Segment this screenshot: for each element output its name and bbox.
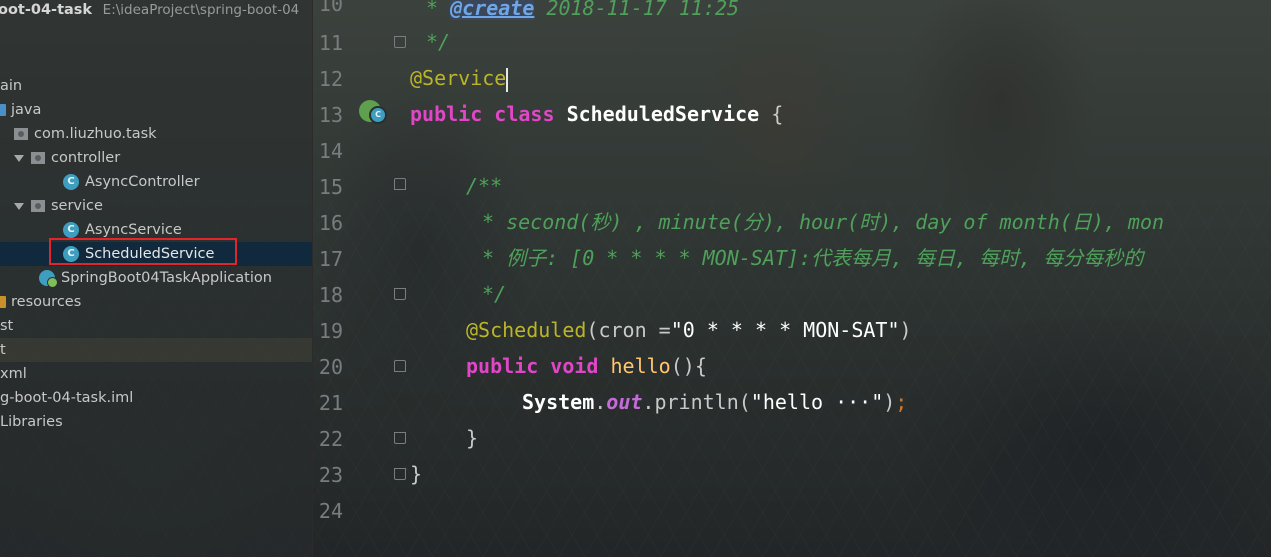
tree-item-label: st — [0, 318, 14, 334]
fold-marker-icon[interactable] — [394, 432, 406, 444]
tree-item-label: com.liuzhuo.task — [34, 126, 157, 142]
tree-item-java[interactable]: java — [0, 98, 312, 122]
line-number: 18 — [318, 283, 343, 307]
text-caret — [506, 67, 509, 92]
line-number: 23 — [318, 463, 343, 487]
project-path: E:\ideaProject\spring-boot-04 — [102, 2, 300, 18]
resources-folder-icon — [0, 296, 6, 308]
tree-item-label: g-boot-04-task.iml — [0, 390, 134, 406]
line-number: 19 — [318, 319, 343, 343]
line-number: 16 — [318, 211, 343, 235]
javadoc-tag: @create — [450, 0, 535, 20]
spring-bean-gutter-icon[interactable]: C — [359, 100, 387, 124]
tree-item-label: t — [0, 342, 6, 358]
tree-item-label: service — [51, 198, 103, 214]
project-header: oot-04-task E:\ideaProject\spring-boot-0… — [0, 2, 299, 24]
tree-item-resources[interactable]: resources — [0, 290, 312, 314]
line-number: 10 — [318, 0, 343, 16]
tree-item-application[interactable]: SpringBoot04TaskApplication — [0, 266, 312, 290]
tree-item-async-controller[interactable]: C AsyncController — [0, 170, 312, 194]
fold-marker-icon[interactable] — [394, 178, 406, 190]
code-line-13: public class ScheduledService { — [410, 102, 784, 126]
line-number: 20 — [318, 355, 343, 379]
tree-item-label: controller — [51, 150, 121, 166]
line-number: 17 — [318, 247, 343, 271]
line-number: 12 — [318, 67, 343, 91]
tree-item-service[interactable]: service — [0, 194, 312, 218]
line-number: 13 — [318, 103, 343, 127]
tree-item-label: ain — [0, 78, 23, 94]
spring-boot-app-icon — [39, 270, 58, 288]
project-panel: oot-04-task E:\ideaProject\spring-boot-0… — [0, 0, 312, 557]
code-line-21: System.out.println("hello ···"); — [522, 390, 908, 414]
tree-item-label: AsyncController — [85, 174, 200, 190]
line-number: 15 — [318, 175, 343, 199]
source-folder-icon — [0, 104, 6, 116]
code-line-16: * second(秒) , minute(分), hour(时), day of… — [482, 210, 1165, 234]
tree-item-test[interactable]: st — [0, 314, 312, 338]
code-line-20: public void hello(){ — [466, 354, 707, 378]
class-name: ScheduledService — [566, 102, 760, 126]
annotation-service: @Service — [410, 66, 507, 90]
code-line-19: @Scheduled(cron ="0 * * * * MON-SAT") — [466, 318, 912, 342]
code-line-23: } — [410, 462, 423, 486]
tree-item-external-libraries[interactable]: Libraries — [0, 410, 312, 434]
project-name[interactable]: oot-04-task — [0, 2, 92, 18]
red-highlight-box — [49, 238, 237, 265]
code-line-12: @Service — [410, 60, 509, 96]
code-line-22: } — [466, 426, 479, 450]
tree-item-label: AsyncService — [85, 222, 182, 238]
fold-marker-icon[interactable] — [394, 36, 406, 48]
expand-arrow-icon[interactable] — [14, 202, 24, 210]
package-icon — [31, 152, 45, 164]
tree-item-label: java — [11, 102, 42, 118]
class-icon: C — [63, 222, 79, 238]
line-number: 11 — [318, 31, 343, 55]
tree-item-label: xml — [0, 366, 27, 382]
code-line-18: */ — [482, 282, 507, 306]
fold-marker-icon[interactable] — [394, 360, 406, 372]
code-editor[interactable]: 10 11 12 13 14 15 16 17 18 19 20 21 22 2… — [313, 0, 1271, 557]
tree-item-package-root[interactable]: com.liuzhuo.task — [0, 122, 312, 146]
line-number: 14 — [318, 139, 343, 163]
line-number: 24 — [318, 499, 343, 523]
expand-arrow-icon[interactable] — [14, 154, 24, 162]
tree-item-controller[interactable]: controller — [0, 146, 312, 170]
fold-marker-icon[interactable] — [394, 468, 406, 480]
code-line-17: * 例子: [0 * * * * MON-SAT]:代表每月, 每日, 每时, … — [482, 246, 1144, 270]
tree-item-main[interactable]: ain — [0, 74, 312, 98]
code-line-10: * @create 2018-11-17 11:25 — [426, 0, 739, 26]
tree-item-label: Libraries — [0, 414, 63, 430]
fold-marker-icon[interactable] — [394, 288, 406, 300]
tree-item-label: SpringBoot04TaskApplication — [61, 270, 272, 286]
tree-item-pom[interactable]: xml — [0, 362, 312, 386]
code-line-15: /** — [466, 174, 503, 198]
tree-item-label: resources — [11, 294, 82, 310]
tree-item-target[interactable]: t — [0, 338, 312, 362]
ide-window: oot-04-task E:\ideaProject\spring-boot-0… — [0, 0, 1271, 557]
line-number: 21 — [318, 391, 343, 415]
package-icon — [14, 128, 28, 140]
code-line-11: */ — [426, 30, 451, 54]
method-name: hello — [610, 354, 671, 378]
tree-item-iml[interactable]: g-boot-04-task.iml — [0, 386, 312, 410]
line-number: 22 — [318, 427, 343, 451]
package-icon — [31, 200, 45, 212]
class-icon: C — [63, 174, 79, 190]
